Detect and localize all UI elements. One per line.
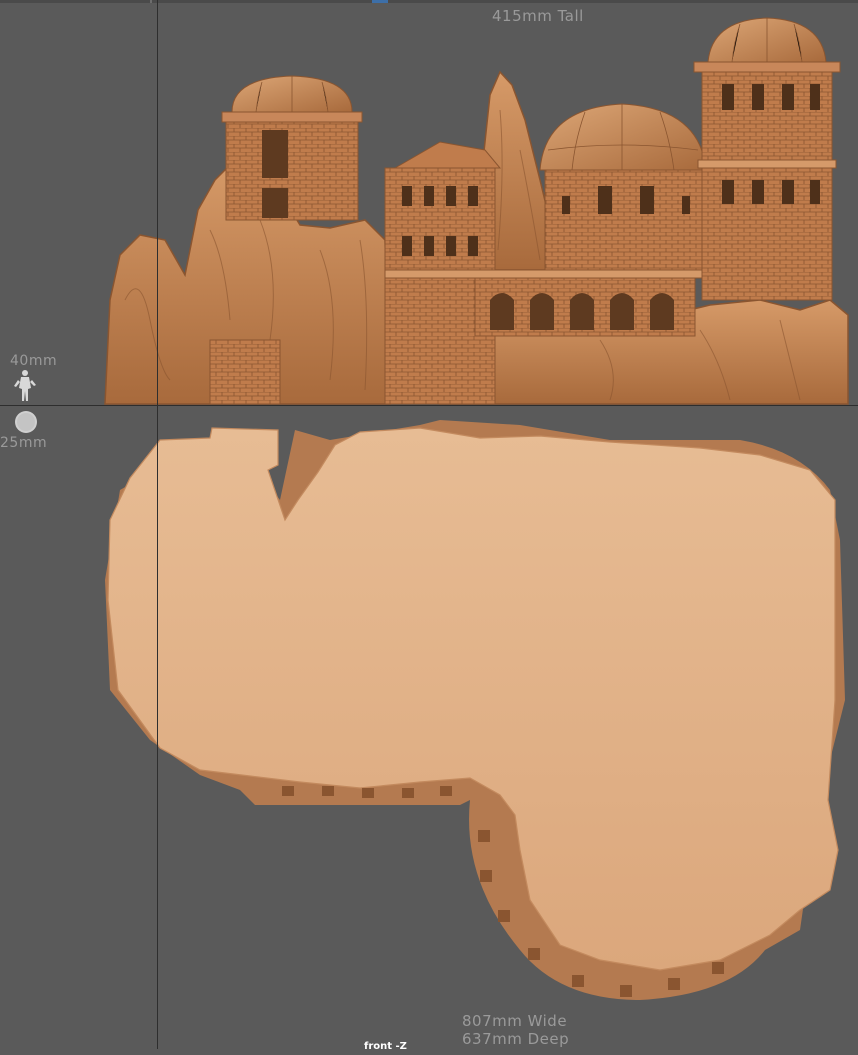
- base-scale-label: 25mm: [0, 435, 47, 452]
- plan-view-model[interactable]: [0, 0, 858, 1049]
- depth-dimension-label: 637mm Deep: [462, 1031, 569, 1048]
- height-dimension-label: 415mm Tall: [492, 8, 584, 25]
- plan-floor-surface: [108, 428, 838, 970]
- width-dimension-label: 807mm Wide: [462, 1013, 567, 1030]
- miniature-figure-icon: [10, 368, 40, 404]
- base-disc-icon: [13, 409, 39, 435]
- horizontal-guide-line: [0, 405, 858, 406]
- vertical-guide-line: [157, 0, 158, 1049]
- 3d-viewport[interactable]: 415mm Tall 40mm 25mm 807mm Wide 637mm De…: [0, 0, 858, 1049]
- view-orientation-label[interactable]: front -Z: [364, 1038, 407, 1055]
